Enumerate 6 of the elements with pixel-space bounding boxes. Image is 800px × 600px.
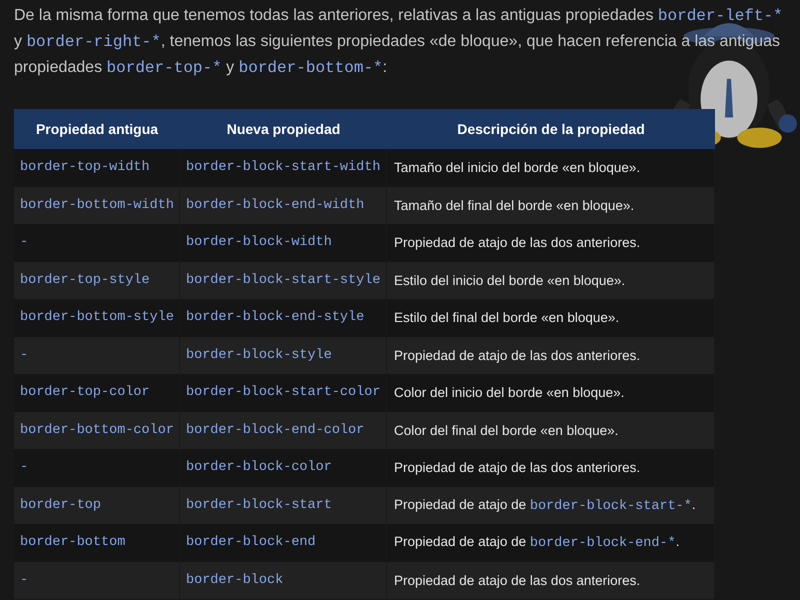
table-cell: - <box>14 562 180 599</box>
table-cell: border-block <box>180 562 387 599</box>
column-header: Descripción de la propiedad <box>456 121 646 137</box>
column-header: Nueva propiedad <box>226 121 342 137</box>
column-header: Propiedad antigua <box>34 121 160 137</box>
table-cell: Propiedad de atajo de las dos anteriores. <box>387 562 715 599</box>
